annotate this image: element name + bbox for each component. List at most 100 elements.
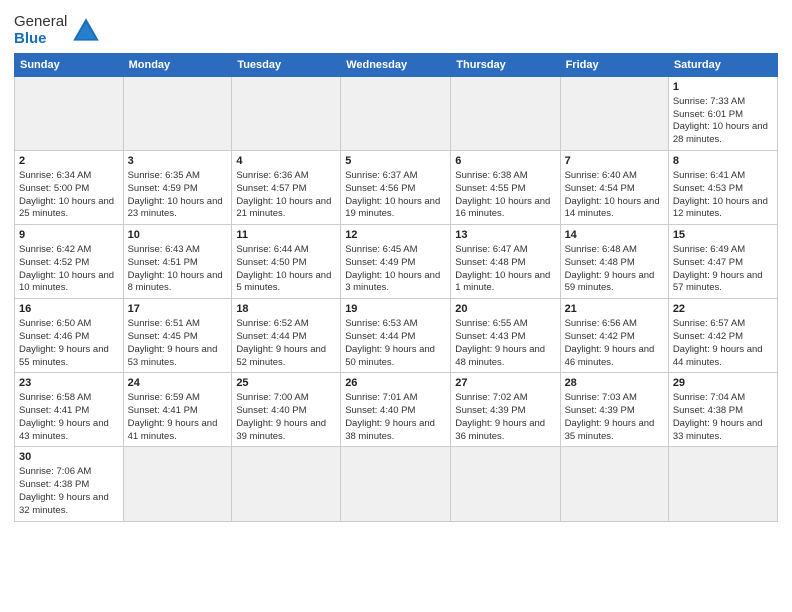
calendar-week-row: 16Sunrise: 6:50 AM Sunset: 4:46 PM Dayli… — [15, 299, 778, 373]
calendar-cell: 21Sunrise: 6:56 AM Sunset: 4:42 PM Dayli… — [560, 299, 668, 373]
day-number: 14 — [565, 228, 664, 243]
day-number: 9 — [19, 228, 119, 243]
day-info: Sunrise: 6:40 AM Sunset: 4:54 PM Dayligh… — [565, 170, 664, 221]
calendar-week-row: 30Sunrise: 7:06 AM Sunset: 4:38 PM Dayli… — [15, 447, 778, 521]
calendar-week-row: 23Sunrise: 6:58 AM Sunset: 4:41 PM Dayli… — [15, 373, 778, 447]
day-number: 15 — [673, 228, 773, 243]
calendar-cell: 10Sunrise: 6:43 AM Sunset: 4:51 PM Dayli… — [123, 225, 232, 299]
calendar-cell: 7Sunrise: 6:40 AM Sunset: 4:54 PM Daylig… — [560, 151, 668, 225]
weekday-header: Monday — [123, 54, 232, 77]
logo-icon — [70, 15, 102, 47]
calendar-cell: 4Sunrise: 6:36 AM Sunset: 4:57 PM Daylig… — [232, 151, 341, 225]
day-number: 27 — [455, 376, 555, 391]
day-info: Sunrise: 6:36 AM Sunset: 4:57 PM Dayligh… — [236, 170, 336, 221]
calendar-cell: 28Sunrise: 7:03 AM Sunset: 4:39 PM Dayli… — [560, 373, 668, 447]
logo-line1: General — [14, 14, 67, 31]
calendar-cell: 6Sunrise: 6:38 AM Sunset: 4:55 PM Daylig… — [451, 151, 560, 225]
day-number: 20 — [455, 302, 555, 317]
day-info: Sunrise: 6:44 AM Sunset: 4:50 PM Dayligh… — [236, 244, 336, 295]
day-number: 13 — [455, 228, 555, 243]
weekday-header: Wednesday — [341, 54, 451, 77]
day-number: 2 — [19, 154, 119, 169]
day-number: 12 — [345, 228, 446, 243]
calendar-cell: 1Sunrise: 7:33 AM Sunset: 6:01 PM Daylig… — [668, 77, 777, 151]
day-info: Sunrise: 7:33 AM Sunset: 6:01 PM Dayligh… — [673, 96, 773, 147]
day-number: 22 — [673, 302, 773, 317]
calendar-cell — [451, 77, 560, 151]
calendar-cell — [341, 77, 451, 151]
day-info: Sunrise: 7:06 AM Sunset: 4:38 PM Dayligh… — [19, 466, 119, 517]
weekday-header: Tuesday — [232, 54, 341, 77]
day-info: Sunrise: 6:59 AM Sunset: 4:41 PM Dayligh… — [128, 392, 228, 443]
calendar-cell — [123, 77, 232, 151]
day-info: Sunrise: 6:34 AM Sunset: 5:00 PM Dayligh… — [19, 170, 119, 221]
calendar-cell: 29Sunrise: 7:04 AM Sunset: 4:38 PM Dayli… — [668, 373, 777, 447]
day-number: 19 — [345, 302, 446, 317]
calendar-cell: 30Sunrise: 7:06 AM Sunset: 4:38 PM Dayli… — [15, 447, 124, 521]
calendar-week-row: 2Sunrise: 6:34 AM Sunset: 5:00 PM Daylig… — [15, 151, 778, 225]
day-info: Sunrise: 7:00 AM Sunset: 4:40 PM Dayligh… — [236, 392, 336, 443]
calendar-cell: 20Sunrise: 6:55 AM Sunset: 4:43 PM Dayli… — [451, 299, 560, 373]
day-number: 24 — [128, 376, 228, 391]
calendar-cell: 18Sunrise: 6:52 AM Sunset: 4:44 PM Dayli… — [232, 299, 341, 373]
day-number: 7 — [565, 154, 664, 169]
day-number: 11 — [236, 228, 336, 243]
day-number: 25 — [236, 376, 336, 391]
calendar-cell: 26Sunrise: 7:01 AM Sunset: 4:40 PM Dayli… — [341, 373, 451, 447]
weekday-header: Thursday — [451, 54, 560, 77]
day-info: Sunrise: 6:37 AM Sunset: 4:56 PM Dayligh… — [345, 170, 446, 221]
calendar-cell: 5Sunrise: 6:37 AM Sunset: 4:56 PM Daylig… — [341, 151, 451, 225]
calendar-cell — [668, 447, 777, 521]
day-info: Sunrise: 6:56 AM Sunset: 4:42 PM Dayligh… — [565, 318, 664, 369]
calendar-week-row: 9Sunrise: 6:42 AM Sunset: 4:52 PM Daylig… — [15, 225, 778, 299]
calendar-cell: 2Sunrise: 6:34 AM Sunset: 5:00 PM Daylig… — [15, 151, 124, 225]
calendar-cell: 16Sunrise: 6:50 AM Sunset: 4:46 PM Dayli… — [15, 299, 124, 373]
day-number: 23 — [19, 376, 119, 391]
day-number: 6 — [455, 154, 555, 169]
day-info: Sunrise: 6:45 AM Sunset: 4:49 PM Dayligh… — [345, 244, 446, 295]
calendar-cell — [341, 447, 451, 521]
logo-line2: Blue — [14, 31, 67, 48]
calendar-cell: 15Sunrise: 6:49 AM Sunset: 4:47 PM Dayli… — [668, 225, 777, 299]
calendar-cell: 8Sunrise: 6:41 AM Sunset: 4:53 PM Daylig… — [668, 151, 777, 225]
day-info: Sunrise: 7:03 AM Sunset: 4:39 PM Dayligh… — [565, 392, 664, 443]
calendar-cell: 17Sunrise: 6:51 AM Sunset: 4:45 PM Dayli… — [123, 299, 232, 373]
weekday-header: Friday — [560, 54, 668, 77]
weekday-header: Sunday — [15, 54, 124, 77]
day-info: Sunrise: 7:02 AM Sunset: 4:39 PM Dayligh… — [455, 392, 555, 443]
day-info: Sunrise: 6:50 AM Sunset: 4:46 PM Dayligh… — [19, 318, 119, 369]
day-info: Sunrise: 6:57 AM Sunset: 4:42 PM Dayligh… — [673, 318, 773, 369]
day-number: 21 — [565, 302, 664, 317]
day-number: 3 — [128, 154, 228, 169]
day-number: 18 — [236, 302, 336, 317]
day-info: Sunrise: 6:53 AM Sunset: 4:44 PM Dayligh… — [345, 318, 446, 369]
calendar-cell — [232, 77, 341, 151]
calendar-cell — [560, 77, 668, 151]
day-number: 29 — [673, 376, 773, 391]
day-info: Sunrise: 7:04 AM Sunset: 4:38 PM Dayligh… — [673, 392, 773, 443]
calendar-cell: 27Sunrise: 7:02 AM Sunset: 4:39 PM Dayli… — [451, 373, 560, 447]
calendar-cell: 22Sunrise: 6:57 AM Sunset: 4:42 PM Dayli… — [668, 299, 777, 373]
day-info: Sunrise: 7:01 AM Sunset: 4:40 PM Dayligh… — [345, 392, 446, 443]
day-info: Sunrise: 6:35 AM Sunset: 4:59 PM Dayligh… — [128, 170, 228, 221]
day-number: 26 — [345, 376, 446, 391]
day-info: Sunrise: 6:51 AM Sunset: 4:45 PM Dayligh… — [128, 318, 228, 369]
day-info: Sunrise: 6:58 AM Sunset: 4:41 PM Dayligh… — [19, 392, 119, 443]
day-number: 10 — [128, 228, 228, 243]
day-info: Sunrise: 6:43 AM Sunset: 4:51 PM Dayligh… — [128, 244, 228, 295]
day-number: 4 — [236, 154, 336, 169]
calendar-cell: 19Sunrise: 6:53 AM Sunset: 4:44 PM Dayli… — [341, 299, 451, 373]
calendar-cell: 3Sunrise: 6:35 AM Sunset: 4:59 PM Daylig… — [123, 151, 232, 225]
calendar-cell — [123, 447, 232, 521]
calendar-cell: 25Sunrise: 7:00 AM Sunset: 4:40 PM Dayli… — [232, 373, 341, 447]
weekday-header-row: SundayMondayTuesdayWednesdayThursdayFrid… — [15, 54, 778, 77]
calendar-cell — [232, 447, 341, 521]
day-number: 5 — [345, 154, 446, 169]
calendar-week-row: 1Sunrise: 7:33 AM Sunset: 6:01 PM Daylig… — [15, 77, 778, 151]
calendar-cell: 11Sunrise: 6:44 AM Sunset: 4:50 PM Dayli… — [232, 225, 341, 299]
day-info: Sunrise: 6:55 AM Sunset: 4:43 PM Dayligh… — [455, 318, 555, 369]
day-number: 8 — [673, 154, 773, 169]
calendar: SundayMondayTuesdayWednesdayThursdayFrid… — [14, 53, 778, 522]
calendar-cell — [451, 447, 560, 521]
day-number: 1 — [673, 80, 773, 95]
